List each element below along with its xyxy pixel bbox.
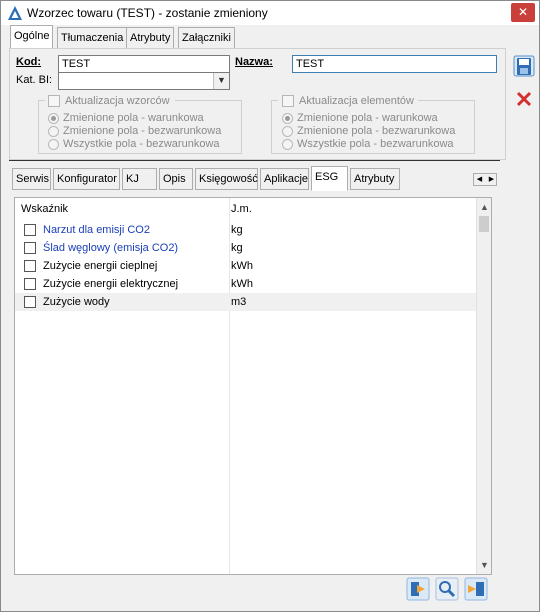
wzorcow-radio-3[interactable] xyxy=(48,139,59,150)
arrow-right-icon[interactable]: ▶ xyxy=(486,174,497,185)
scroll-down-icon[interactable]: ▼ xyxy=(477,558,491,572)
wzorcow-option-2: Zmienione pola - bezwarunkowa xyxy=(63,125,222,137)
aktualizacja-wzorcow-checkbox[interactable] xyxy=(48,95,60,107)
export-icon[interactable] xyxy=(406,577,430,601)
wzorcow-radio-2[interactable] xyxy=(48,126,59,137)
row-checkbox[interactable] xyxy=(24,242,36,254)
close-button[interactable]: ✕ xyxy=(511,3,535,22)
nazwa-input[interactable]: TEST xyxy=(292,55,497,73)
row-unit: m3 xyxy=(231,296,247,308)
scroll-up-icon[interactable]: ▲ xyxy=(477,200,491,214)
kod-label: Kod: xyxy=(16,56,42,68)
table-row[interactable]: Zużycie wody m3 xyxy=(15,293,477,311)
row-unit: kg xyxy=(231,224,243,236)
elementow-radio-1[interactable] xyxy=(282,113,293,124)
window-title: Wzorzec towaru (TEST) - zostanie zmienio… xyxy=(27,6,268,20)
grid-header: Wskaźnik J.m. xyxy=(15,198,477,220)
katbi-label: Kat. BI: xyxy=(16,74,53,86)
aktualizacja-elementow-checkbox[interactable] xyxy=(282,95,294,107)
aktualizacja-wzorcow-label: Aktualizacja wzorców xyxy=(65,95,170,107)
nazwa-label: Nazwa: xyxy=(235,56,273,68)
search-icon[interactable] xyxy=(435,577,459,601)
elementow-radio-3[interactable] xyxy=(282,139,293,150)
arrow-left-icon[interactable]: ◀ xyxy=(474,174,485,185)
tab-serwis[interactable]: Serwis xyxy=(12,168,51,190)
tab-aplikacje[interactable]: Aplikacje xyxy=(260,168,309,190)
tab-tlumaczenia[interactable]: Tłumaczenia xyxy=(57,27,128,49)
table-row[interactable]: Ślad węglowy (emisja CO2) kg xyxy=(15,239,477,257)
tab-konfigurator[interactable]: Konfigurator xyxy=(53,168,120,190)
separator xyxy=(9,160,500,161)
esg-grid: Wskaźnik J.m. Narzut dla emisji CO2 kg Ś… xyxy=(14,197,492,575)
row-checkbox[interactable] xyxy=(24,260,36,272)
elementow-option-3: Wszystkie pola - bezwarunkowa xyxy=(297,138,454,150)
row-name: Zużycie energii cieplnej xyxy=(43,260,158,272)
tabs-scroll[interactable]: ◀ ▶ xyxy=(473,173,497,186)
import-icon[interactable] xyxy=(464,577,488,601)
wzorcow-option-3: Wszystkie pola - bezwarunkowa xyxy=(63,138,220,150)
tab-ksiegowosc[interactable]: Księgowość xyxy=(195,168,258,190)
tab-esg[interactable]: ESG xyxy=(311,166,348,191)
close-icon: ✕ xyxy=(517,5,529,19)
table-row[interactable]: Narzut dla emisji CO2 kg xyxy=(15,221,477,239)
table-row[interactable]: Zużycie energii cieplnej kWh xyxy=(15,257,477,275)
header-wskaznik[interactable]: Wskaźnik xyxy=(21,203,68,215)
row-unit: kg xyxy=(231,242,243,254)
row-checkbox[interactable] xyxy=(24,296,36,308)
tab-kj[interactable]: KJ xyxy=(122,168,157,190)
row-unit: kWh xyxy=(231,278,253,290)
row-name: Zużycie energii elektrycznej xyxy=(43,278,179,290)
katbi-select[interactable]: ▼ xyxy=(58,72,230,90)
aktualizacja-elementow-label: Aktualizacja elementów xyxy=(299,95,414,107)
elementow-option-1: Zmienione pola - warunkowa xyxy=(297,112,438,124)
row-name: Zużycie wody xyxy=(43,296,110,308)
table-row[interactable]: Zużycie energii elektrycznej kWh xyxy=(15,275,477,293)
title-bar: Wzorzec towaru (TEST) - zostanie zmienio… xyxy=(1,1,539,25)
row-name: Ślad węglowy (emisja CO2) xyxy=(43,242,179,254)
header-jm[interactable]: J.m. xyxy=(231,203,252,215)
wzorcow-radio-1[interactable] xyxy=(48,113,59,124)
chevron-down-icon[interactable]: ▼ xyxy=(213,73,229,89)
tab-atrybuty-2[interactable]: Atrybuty xyxy=(350,168,400,190)
row-name: Narzut dla emisji CO2 xyxy=(43,224,150,236)
vertical-scrollbar[interactable]: ▲ ▼ xyxy=(476,198,491,574)
tab-atrybuty[interactable]: Atrybuty xyxy=(126,27,175,49)
row-checkbox[interactable] xyxy=(24,224,36,236)
save-icon[interactable] xyxy=(513,55,535,77)
window: Wzorzec towaru (TEST) - zostanie zmienio… xyxy=(0,0,540,612)
triangle-logo-icon xyxy=(8,6,22,20)
scroll-thumb[interactable] xyxy=(479,216,489,232)
elementow-option-2: Zmienione pola - bezwarunkowa xyxy=(297,125,456,137)
row-unit: kWh xyxy=(231,260,253,272)
elementow-radio-2[interactable] xyxy=(282,126,293,137)
tab-zalaczniki[interactable]: Załączniki xyxy=(178,27,235,49)
wzorcow-option-1: Zmienione pola - warunkowa xyxy=(63,112,204,124)
tab-ogolne[interactable]: Ogólne xyxy=(10,25,54,49)
tab-opis[interactable]: Opis xyxy=(159,168,193,190)
kod-input[interactable]: TEST xyxy=(58,55,230,73)
row-checkbox[interactable] xyxy=(24,278,36,290)
cancel-x-icon[interactable] xyxy=(513,88,535,110)
